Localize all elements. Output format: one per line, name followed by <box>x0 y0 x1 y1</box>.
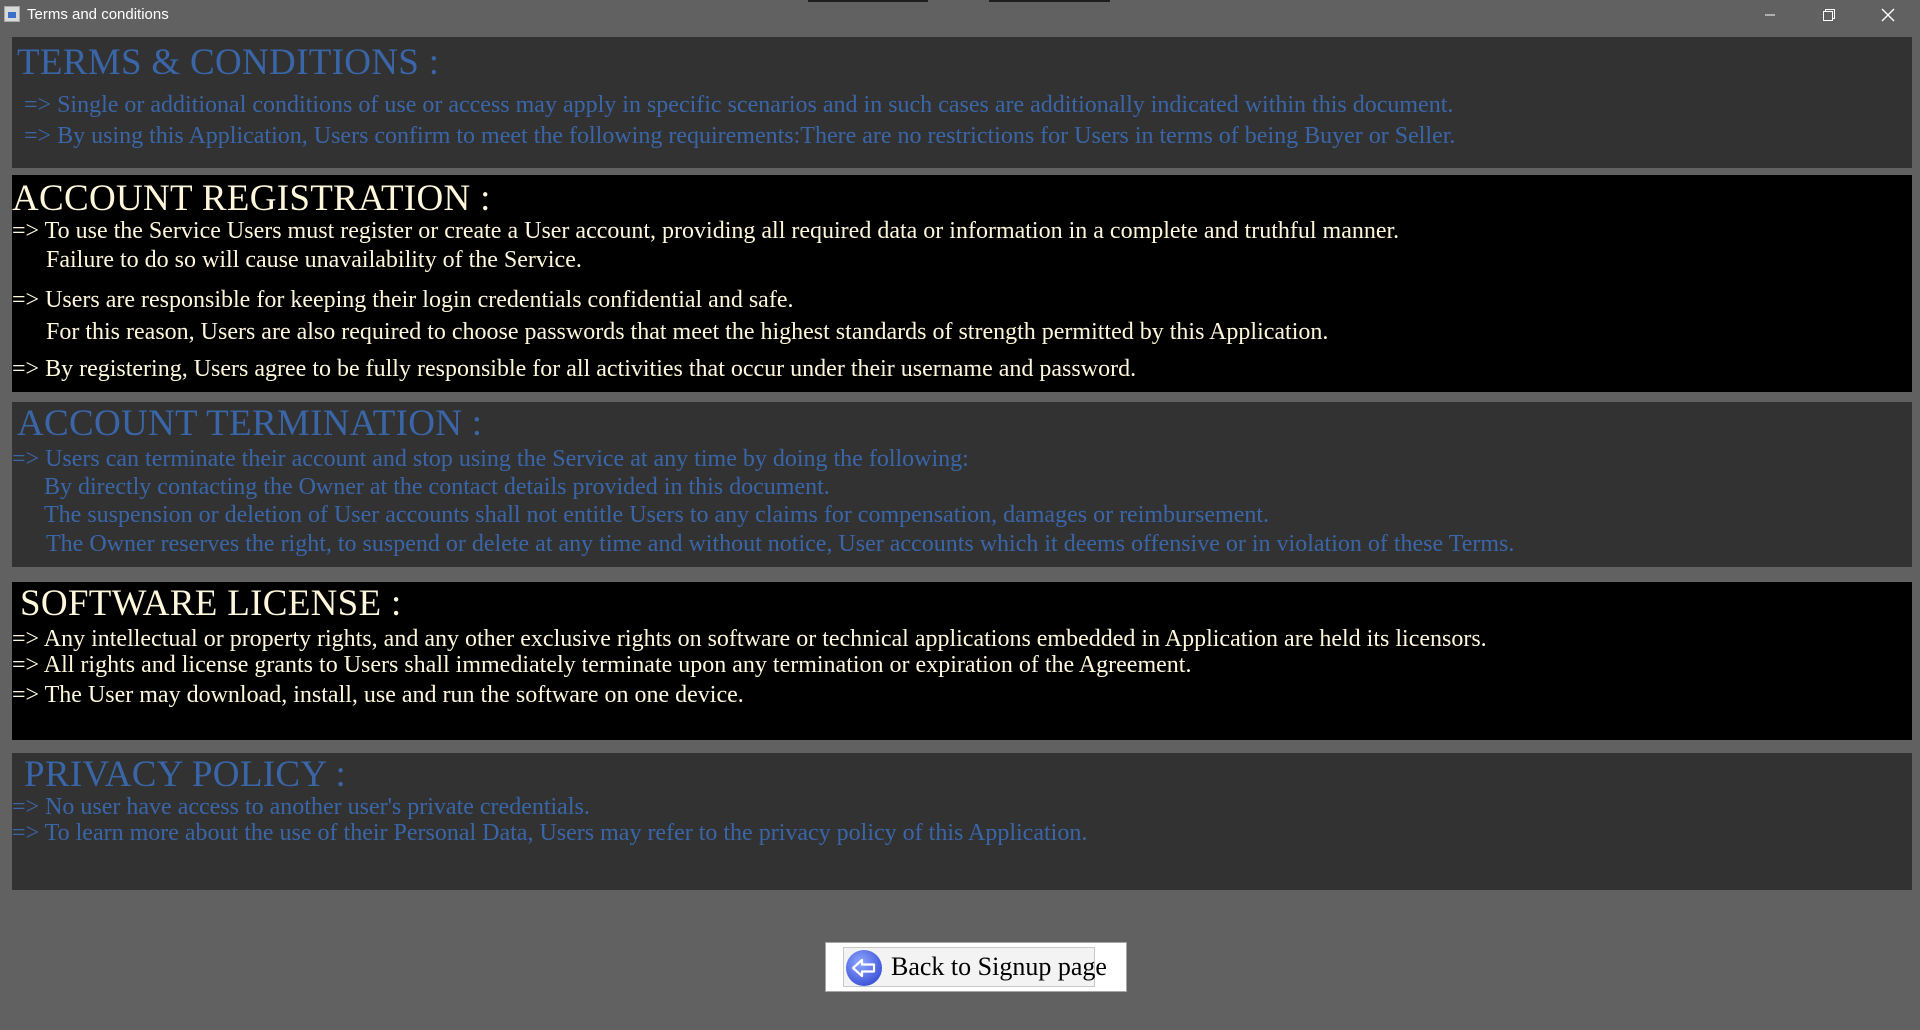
back-arrow-icon <box>846 950 882 986</box>
title-bar: Terms and conditions <box>0 0 1920 29</box>
license-line-1: => Any intellectual or property rights, … <box>12 626 1487 652</box>
title-bar-accent-right <box>989 0 1110 2</box>
terms-heading: TERMS & CONDITIONS : <box>17 42 440 83</box>
restore-button[interactable] <box>1800 0 1858 29</box>
registration-line-5: => By registering, Users agree to be ful… <box>12 356 1137 382</box>
license-line-3: => The User may download, install, use a… <box>12 682 744 708</box>
termination-line-3: The suspension or deletion of User accou… <box>44 502 1270 528</box>
registration-section: ACCOUNT REGISTRATION : => To use the Ser… <box>12 175 1912 392</box>
license-section: SOFTWARE LICENSE : => Any intellectual o… <box>12 582 1912 740</box>
registration-line-4: For this reason, Users are also required… <box>46 319 1329 345</box>
terms-section: TERMS & CONDITIONS : => Single or additi… <box>12 37 1912 168</box>
window-title: Terms and conditions <box>27 6 169 23</box>
close-icon <box>1881 8 1895 21</box>
restore-icon <box>1823 8 1835 21</box>
minimize-button[interactable] <box>1741 0 1799 29</box>
termination-section: ACCOUNT TERMINATION : => Users can termi… <box>12 402 1912 567</box>
privacy-section: PRIVACY POLICY : => No user have access … <box>12 753 1912 890</box>
back-to-signup-button[interactable]: Back to Signup page <box>825 942 1127 992</box>
registration-line-1: => To use the Service Users must registe… <box>12 218 1400 244</box>
java-app-icon <box>4 6 20 22</box>
terms-line-2: => By using this Application, Users conf… <box>24 123 1456 149</box>
license-line-2: => All rights and license grants to User… <box>12 652 1192 678</box>
license-heading: SOFTWARE LICENSE : <box>20 583 402 624</box>
privacy-heading: PRIVACY POLICY : <box>24 754 347 795</box>
termination-heading: ACCOUNT TERMINATION : <box>17 403 483 444</box>
termination-line-1: => Users can terminate their account and… <box>12 446 969 472</box>
terms-line-1: => Single or additional conditions of us… <box>24 92 1454 118</box>
close-button[interactable] <box>1859 0 1917 29</box>
minimize-icon <box>1765 14 1775 15</box>
registration-heading: ACCOUNT REGISTRATION : <box>12 178 491 219</box>
termination-line-2: By directly contacting the Owner at the … <box>44 474 830 500</box>
registration-line-2: Failure to do so will cause unavailabili… <box>46 247 582 273</box>
registration-line-3: => Users are responsible for keeping the… <box>12 287 794 313</box>
privacy-line-2: => To learn more about the use of their … <box>12 820 1088 846</box>
title-bar-accent-left <box>808 0 928 2</box>
privacy-line-1: => No user have access to another user's… <box>12 794 590 820</box>
termination-line-4: The Owner reserves the right, to suspend… <box>46 531 1515 557</box>
back-button-label: Back to Signup page <box>891 952 1107 981</box>
